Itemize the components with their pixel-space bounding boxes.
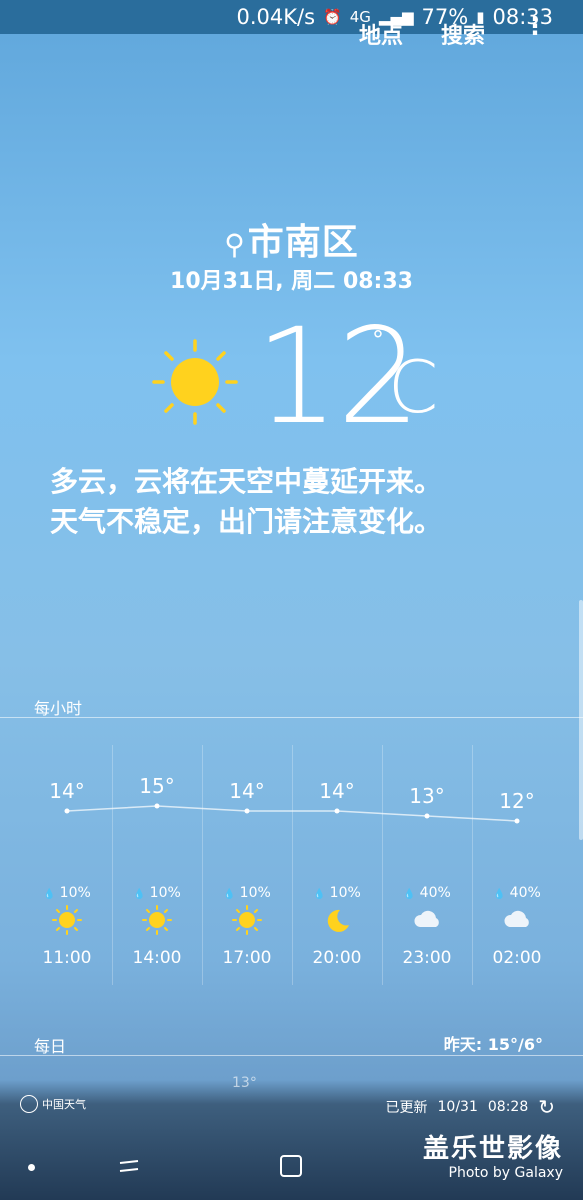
hourly-item: 14° 💧 10% 20:00 xyxy=(292,745,382,985)
column-separator xyxy=(382,745,383,985)
yesterday-temps: 昨天: 15°/6° xyxy=(443,1035,543,1054)
home-icon[interactable] xyxy=(280,1155,302,1177)
watermark: 盖乐世影像 Photo by Galaxy xyxy=(423,1128,563,1181)
provider-name: 中国天气 xyxy=(42,1098,86,1111)
raindrop-icon: 💧 xyxy=(223,889,236,900)
sun-icon xyxy=(142,905,172,935)
scroll-handle[interactable] xyxy=(579,600,583,840)
alarm-icon: ⏰ xyxy=(323,8,342,26)
watermark-title: 盖乐世影像 xyxy=(422,1134,563,1164)
hourly-time: 20:00 xyxy=(312,948,362,968)
cloud-icon xyxy=(504,910,529,927)
hourly-temp: 13° xyxy=(409,784,445,808)
hourly-precip: 💧 40% xyxy=(472,885,562,901)
column-separator xyxy=(472,745,473,985)
hourly-time: 02:00 xyxy=(492,948,542,968)
precip-value: 10% xyxy=(239,885,271,901)
daily-partial-temp: 13° xyxy=(232,1075,257,1091)
precip-value: 10% xyxy=(149,885,181,901)
column-separator xyxy=(112,745,113,985)
sun-icon xyxy=(52,905,82,935)
hourly-item: 12° 💧 40% 02:00 xyxy=(472,745,562,985)
hourly-time: 23:00 xyxy=(402,948,452,968)
search-button[interactable]: 搜索 xyxy=(441,18,485,50)
raindrop-icon: 💧 xyxy=(493,889,506,900)
hourly-temp: 14° xyxy=(319,779,355,803)
raindrop-icon: 💧 xyxy=(313,889,326,900)
daily-label: 每日 xyxy=(34,1037,67,1056)
weather-screen: 0.04K/s ⏰ 4G ▂▄▆ 77% ▮ 08:33 地点 搜索 ⋮ ⚲市南… xyxy=(0,0,583,1200)
hourly-temp: 15° xyxy=(139,774,175,798)
hourly-item: 15° 💧 10% 14:00 xyxy=(112,745,202,985)
column-separator xyxy=(292,745,293,985)
hourly-precip: 💧 10% xyxy=(202,885,292,901)
location-name: 市南区 xyxy=(247,222,359,263)
hourly-precip: 💧 10% xyxy=(292,885,382,901)
raindrop-icon: 💧 xyxy=(43,889,56,900)
hourly-temp: 12° xyxy=(499,789,535,813)
location-button[interactable]: 地点 xyxy=(359,18,403,50)
refresh-icon[interactable]: ↻ xyxy=(538,1095,555,1119)
current-datetime: 10月31日, 周二 08:33 xyxy=(170,269,413,294)
weather-description: 多云，云将在天空中蔓延开来。 天气不稳定，出门请注意变化。 xyxy=(50,462,550,542)
network-speed: 0.04K/s xyxy=(236,5,316,29)
precip-value: 10% xyxy=(329,885,361,901)
hourly-item: 14° 💧 10% 11:00 xyxy=(22,745,112,985)
description-line-1: 多云，云将在天空中蔓延开来。 xyxy=(50,465,443,498)
provider-logo[interactable]: 中国天气 xyxy=(20,1095,86,1113)
sun-icon xyxy=(152,339,238,425)
sun-icon xyxy=(232,905,262,935)
top-actions: 地点 搜索 ⋮ xyxy=(359,14,547,50)
updated-time: 08:28 xyxy=(487,1099,529,1115)
hourly-label: 每小时 xyxy=(34,699,83,718)
hourly-precip: 💧 40% xyxy=(382,885,472,901)
precip-value: 40% xyxy=(419,885,451,901)
raindrop-icon: 💧 xyxy=(403,889,416,900)
watermark-subtitle: Photo by Galaxy xyxy=(448,1165,563,1181)
hourly-time: 14:00 xyxy=(132,948,182,968)
hourly-temp: 14° xyxy=(229,779,265,803)
hourly-time: 17:00 xyxy=(222,948,272,968)
column-separator xyxy=(202,745,203,985)
hourly-precip: 💧 10% xyxy=(112,885,202,901)
nav-dot-button[interactable] xyxy=(28,1164,35,1171)
raindrop-icon: 💧 xyxy=(133,889,146,900)
moon-icon xyxy=(327,909,349,932)
hourly-time: 11:00 xyxy=(42,948,92,968)
location-title[interactable]: ⚲市南区 xyxy=(0,213,583,265)
precip-value: 10% xyxy=(59,885,91,901)
description-line-2: 天气不稳定，出门请注意变化。 xyxy=(50,505,443,538)
provider-logo-icon xyxy=(20,1095,38,1113)
hourly-temp: 14° xyxy=(49,779,85,803)
degree-symbol: ° xyxy=(372,326,384,354)
more-options-icon[interactable]: ⋮ xyxy=(523,14,547,50)
hourly-item: 14° 💧 10% 17:00 xyxy=(202,745,292,985)
location-pin-icon: ⚲ xyxy=(224,228,246,261)
update-info: 已更新 10/31 08:28 ↻ xyxy=(386,1095,555,1119)
hourly-precip: 💧 10% xyxy=(22,885,112,901)
updated-date: 10/31 xyxy=(437,1099,478,1115)
hourly-item: 13° 💧 40% 23:00 xyxy=(382,745,472,985)
hourly-divider xyxy=(0,717,583,718)
hourly-forecast[interactable]: 14° 💧 10% 11:00 15° 💧 10% 14:00 14° 💧 10% 17:00 14° 💧… xyxy=(22,745,562,985)
recents-icon[interactable] xyxy=(118,1155,140,1177)
precip-value: 40% xyxy=(509,885,541,901)
temperature-unit: C xyxy=(388,345,439,429)
updated-label: 已更新 xyxy=(385,1100,428,1116)
cloud-icon xyxy=(414,910,439,927)
daily-divider xyxy=(0,1055,583,1056)
